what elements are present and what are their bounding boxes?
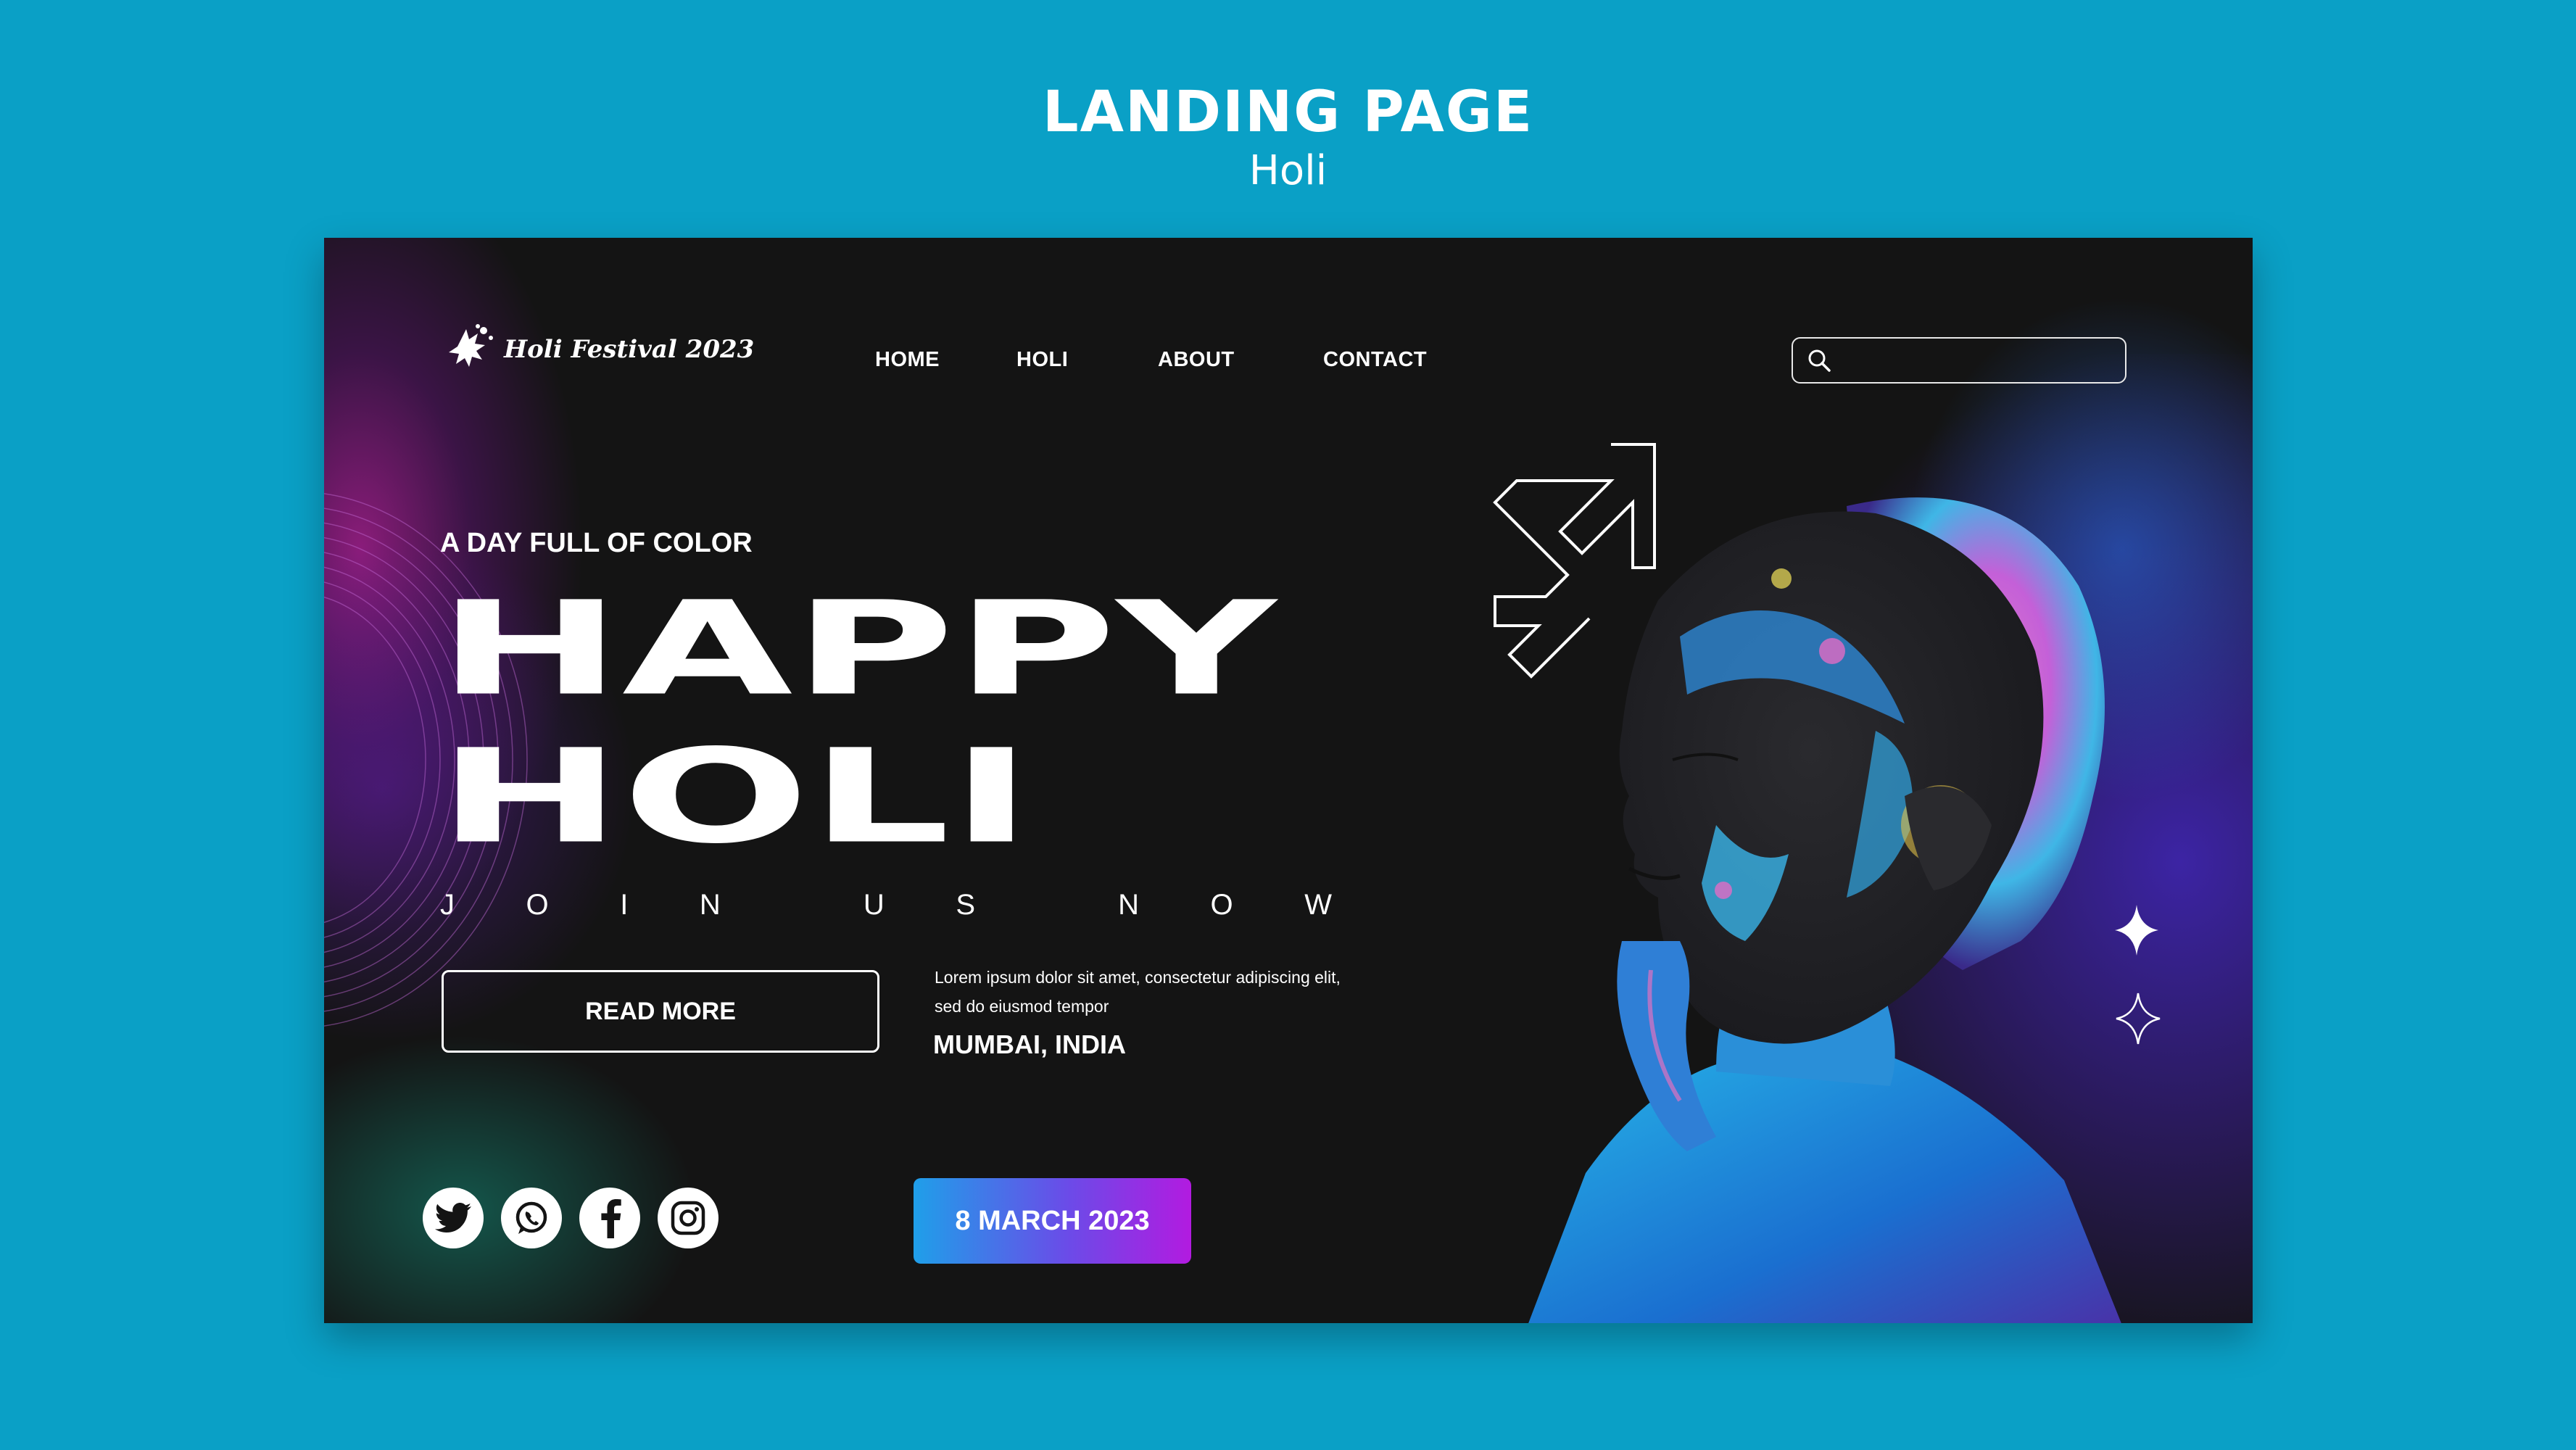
join-us-now: J O I N U S N O W — [440, 889, 1332, 921]
social-links — [423, 1188, 718, 1248]
join-letter: J — [440, 889, 455, 921]
join-letter: O — [526, 889, 549, 921]
instagram-icon[interactable] — [658, 1188, 718, 1248]
sparkle-outline-icon — [2116, 993, 2161, 1045]
join-letter: S — [956, 889, 975, 921]
nav-holi[interactable]: HOLI — [1016, 348, 1068, 372]
sparkle-icon — [2115, 905, 2158, 956]
twitter-icon[interactable] — [423, 1188, 484, 1248]
search-input[interactable] — [1792, 337, 2126, 384]
read-more-button[interactable]: READ MORE — [442, 970, 879, 1053]
page-title: LANDING PAGE — [1042, 80, 1534, 145]
hero-tagline: A DAY FULL OF COLOR — [440, 528, 753, 558]
nav-about[interactable]: ABOUT — [1158, 348, 1235, 372]
portrait-image — [1528, 497, 2121, 1323]
hero-title-line2: HOLI — [437, 721, 1033, 872]
color-splash-icon — [449, 324, 493, 367]
teal-glow — [324, 1021, 716, 1323]
event-date-button[interactable]: 8 MARCH 2023 — [914, 1178, 1191, 1264]
join-letter: N — [699, 889, 721, 921]
facebook-icon[interactable] — [579, 1188, 640, 1248]
event-description: Lorem ipsum dolor sit amet, consectetur … — [935, 968, 1341, 1016]
join-letter: N — [1118, 889, 1139, 921]
hero-title-line1: HAPPY — [437, 573, 1277, 724]
logo[interactable]: Holi Festival 2023 — [440, 323, 754, 376]
event-location: MUMBAI, INDIA — [933, 1030, 1126, 1059]
page-subtitle: Holi — [1248, 147, 1328, 194]
join-letter: I — [620, 889, 629, 921]
nav-contact[interactable]: CONTACT — [1323, 348, 1427, 372]
logo-text: Holi Festival 2023 — [504, 335, 755, 364]
whatsapp-icon[interactable] — [501, 1188, 562, 1248]
join-letter: W — [1304, 889, 1332, 921]
landing-page-card: Holi Festival 2023 HOME HOLI ABOUT CONTA… — [324, 238, 2253, 1323]
nav-home[interactable]: HOME — [875, 348, 940, 372]
join-letter: O — [1210, 889, 1233, 921]
join-letter: U — [863, 889, 885, 921]
search-icon — [1808, 349, 1831, 372]
